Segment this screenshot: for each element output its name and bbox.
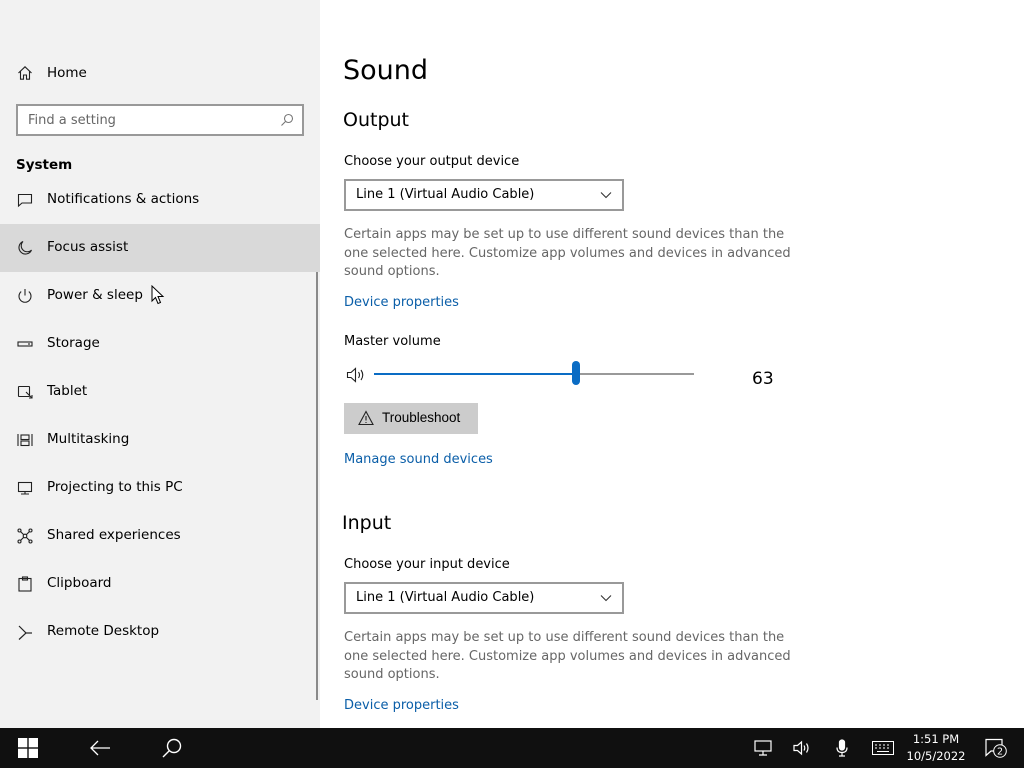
search-icon[interactable] xyxy=(280,113,294,127)
output-device-dropdown[interactable]: Line 1 (Virtual Audio Cable) xyxy=(344,179,624,211)
notification-count-badge: 2 xyxy=(997,747,1003,758)
keyboard-icon xyxy=(872,741,894,755)
troubleshoot-button[interactable]: Troubleshoot xyxy=(344,403,478,434)
multitasking-icon xyxy=(17,434,33,447)
volume-slider-fill xyxy=(374,373,576,375)
sidebar-item-multitasking[interactable]: Multitasking xyxy=(0,416,320,464)
master-volume-label: Master volume xyxy=(344,334,441,349)
nav-list: Notifications & actions Focus assist Pow… xyxy=(0,192,320,656)
volume-value: 63 xyxy=(752,369,774,389)
moon-icon xyxy=(18,240,33,255)
sidebar-scrollbar[interactable] xyxy=(316,272,318,700)
speaker-icon xyxy=(793,740,809,756)
nav-list-viewport[interactable]: Notifications & actions Focus assist Pow… xyxy=(0,192,320,728)
sidebar-item-label: Remote Desktop xyxy=(47,623,160,639)
sidebar-item-clipboard[interactable]: Clipboard xyxy=(0,560,320,608)
input-device-properties-link[interactable]: Device properties xyxy=(344,698,459,713)
sidebar-item-label: Power & sleep xyxy=(47,287,143,303)
remote-desktop-icon xyxy=(18,625,32,640)
power-icon xyxy=(18,289,32,303)
notifications-icon xyxy=(17,193,33,208)
sidebar-item-focus-assist[interactable]: Focus assist xyxy=(0,224,320,272)
sidebar-item-label: Storage xyxy=(47,335,100,351)
speaker-icon[interactable] xyxy=(346,366,366,384)
warning-icon xyxy=(358,410,374,426)
notification-center-icon: 2 xyxy=(985,738,1007,758)
windows-logo-icon xyxy=(18,738,38,758)
tablet-icon xyxy=(17,385,33,399)
home-label: Home xyxy=(47,65,87,81)
input-description: Certain apps may be set up to use differ… xyxy=(344,630,791,682)
back-arrow-icon xyxy=(90,740,110,756)
output-device-value: Line 1 (Virtual Audio Cable) xyxy=(356,187,535,202)
chevron-down-icon xyxy=(600,192,612,199)
sidebar-item-label: Multitasking xyxy=(47,431,130,447)
start-button[interactable] xyxy=(4,728,52,768)
clock-date: 10/5/2022 xyxy=(906,749,966,763)
sidebar-item-label: Tablet xyxy=(47,383,88,399)
troubleshoot-label: Troubleshoot xyxy=(382,410,461,425)
sidebar-item-tablet[interactable]: Tablet xyxy=(0,368,320,416)
sidebar-item-label: Clipboard xyxy=(47,575,112,591)
sidebar-item-label: Focus assist xyxy=(47,239,129,255)
output-heading: Output xyxy=(343,109,409,131)
sidebar-item-remote-desktop[interactable]: Remote Desktop xyxy=(0,608,320,656)
home-nav-item[interactable]: Home xyxy=(0,55,320,91)
input-heading: Input xyxy=(342,512,392,534)
mouse-cursor-icon xyxy=(151,285,165,305)
sidebar-item-projecting[interactable]: Projecting to this PC xyxy=(0,464,320,512)
sidebar-item-notifications[interactable]: Notifications & actions xyxy=(0,192,320,224)
home-icon xyxy=(18,66,32,80)
volume-slider[interactable] xyxy=(374,361,694,385)
back-button[interactable] xyxy=(76,728,124,768)
storage-icon xyxy=(17,341,33,347)
search-box[interactable] xyxy=(16,104,304,136)
output-device-label: Choose your output device xyxy=(344,154,520,169)
keyboard-tray-button[interactable] xyxy=(860,728,906,768)
main-content: Sound Output Choose your output device L… xyxy=(320,0,1024,728)
search-taskbar-button[interactable] xyxy=(148,728,196,768)
output-description: Certain apps may be set up to use differ… xyxy=(344,227,791,279)
chevron-down-icon xyxy=(600,595,612,602)
clock[interactable]: 1:51 PM 10/5/2022 xyxy=(905,731,967,765)
taskbar: 1:51 PM 10/5/2022 2 xyxy=(0,728,1024,768)
sidebar-item-label: Shared experiences xyxy=(47,527,181,543)
network-icon xyxy=(754,740,772,756)
input-device-label: Choose your input device xyxy=(344,557,510,572)
section-title: System xyxy=(16,157,73,173)
sidebar: Home System Notifications & actions Focu… xyxy=(0,0,320,728)
microphone-tray-button[interactable] xyxy=(820,728,864,768)
sidebar-item-storage[interactable]: Storage xyxy=(0,320,320,368)
volume-slider-thumb[interactable] xyxy=(571,361,580,385)
sidebar-item-label: Notifications & actions xyxy=(47,192,200,207)
input-device-dropdown[interactable]: Line 1 (Virtual Audio Cable) xyxy=(344,582,624,614)
search-input[interactable] xyxy=(18,106,268,134)
page-title: Sound xyxy=(343,55,429,86)
sidebar-item-shared-experiences[interactable]: Shared experiences xyxy=(0,512,320,560)
sidebar-item-label: Projecting to this PC xyxy=(47,479,183,495)
search-icon xyxy=(162,738,182,758)
projector-icon xyxy=(17,481,33,495)
action-center-button[interactable]: 2 xyxy=(972,728,1020,768)
shared-icon xyxy=(17,528,33,544)
clipboard-icon xyxy=(18,576,32,592)
input-device-value: Line 1 (Virtual Audio Cable) xyxy=(356,590,535,605)
microphone-icon xyxy=(836,739,848,757)
volume-tray-button[interactable] xyxy=(780,728,824,768)
manage-sound-devices-link[interactable]: Manage sound devices xyxy=(344,452,493,467)
output-device-properties-link[interactable]: Device properties xyxy=(344,295,459,310)
clock-time: 1:51 PM xyxy=(912,732,960,746)
